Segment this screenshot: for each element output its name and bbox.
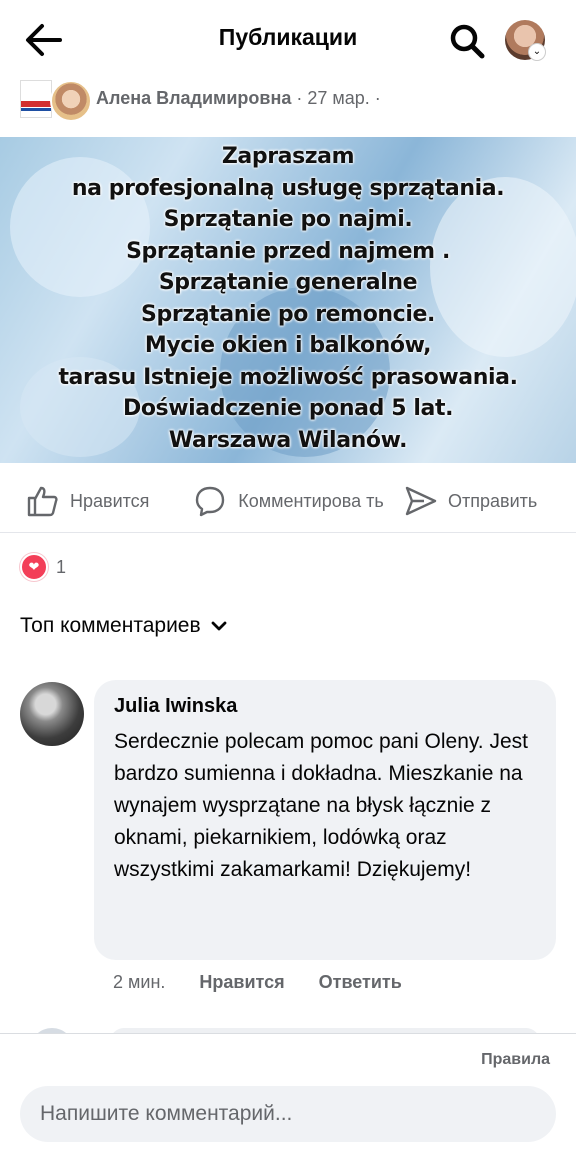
page-logo[interactable] (20, 80, 52, 118)
top-bar: Публикации ⌄ (0, 0, 576, 80)
heart-icon: ❤ (20, 553, 48, 581)
image-text-line: na profesjonalną usługę sprzątania. (71, 175, 505, 201)
like-button[interactable]: Нравится (26, 470, 149, 532)
comment-composer: Правила (0, 1033, 576, 1153)
comment-time: 2 мин. (113, 972, 166, 992)
comments-sort[interactable]: Топ комментариев (20, 614, 227, 638)
share-button[interactable]: Отправить (404, 470, 537, 532)
image-text-line: Mycie okien i balkonów, (144, 333, 432, 358)
comment-input[interactable] (20, 1086, 556, 1142)
like-label: Нравится (70, 490, 150, 511)
send-icon (405, 486, 437, 516)
post-image[interactable]: Zapraszam na profesjonalną usługę sprząt… (0, 137, 576, 463)
image-text-line: tarasu Istnieje możliwość prasowania. (58, 364, 518, 390)
post-meta: · 27 мар. · (291, 88, 381, 108)
image-caption: Zapraszam na profesjonalną usługę sprząt… (0, 141, 576, 456)
image-text-line: Warszawa Wilanów. (168, 427, 408, 453)
post-header: Алена Владимировна · 27 мар. · (0, 76, 576, 122)
image-text-line: Sprzątanie po najmi. (163, 207, 413, 232)
post-actions: Нравится Комментирова ть Отправить (0, 470, 576, 533)
image-text-line: Sprzątanie po remoncie. (141, 301, 435, 327)
post-author-line: Алена Владимировна · 27 мар. · (96, 88, 381, 109)
chevron-down-icon[interactable]: ⌄ (528, 43, 546, 61)
comment-reply-button[interactable]: Ответить (319, 972, 402, 993)
page-title: Публикации (218, 24, 358, 50)
comment-icon (195, 486, 225, 517)
search-button[interactable] (446, 20, 488, 62)
thumbs-up-icon (27, 486, 58, 517)
search-icon (450, 24, 485, 59)
comment-meta: 2 мин. Нравится Ответить (113, 972, 436, 993)
image-text-line: Sprzątanie przed najmem . (126, 238, 450, 264)
author-avatar[interactable] (50, 80, 92, 122)
chevron-down-icon (211, 621, 227, 631)
image-text-line: Zapraszam (221, 144, 355, 169)
reactions-summary[interactable]: ❤ 1 (20, 553, 66, 581)
image-text-line: Doświadczenie ponad 5 lat. (122, 396, 454, 421)
comment-bubble[interactable]: Julia Iwinska Serdecznie polecam pomoc p… (94, 680, 556, 960)
share-label: Отправить (448, 490, 538, 511)
commenter-avatar[interactable] (20, 682, 84, 746)
comment-author[interactable]: Julia Iwinska (114, 695, 237, 718)
comment-text: Serdecznie polecam pomoc pani Oleny. Jes… (114, 730, 528, 881)
image-text-line: Sprzątanie generalne (158, 270, 418, 295)
reaction-count: 1 (56, 556, 67, 577)
post-author-name[interactable]: Алена Владимировна (96, 88, 291, 108)
comment-label: Комментирова ть (238, 491, 384, 511)
comments-sort-label: Топ комментариев (20, 614, 201, 637)
rules-link[interactable]: Правила (481, 1051, 550, 1069)
comment-like-button[interactable]: Нравится (199, 972, 284, 993)
comment-button[interactable]: Комментирова ть (194, 470, 386, 532)
